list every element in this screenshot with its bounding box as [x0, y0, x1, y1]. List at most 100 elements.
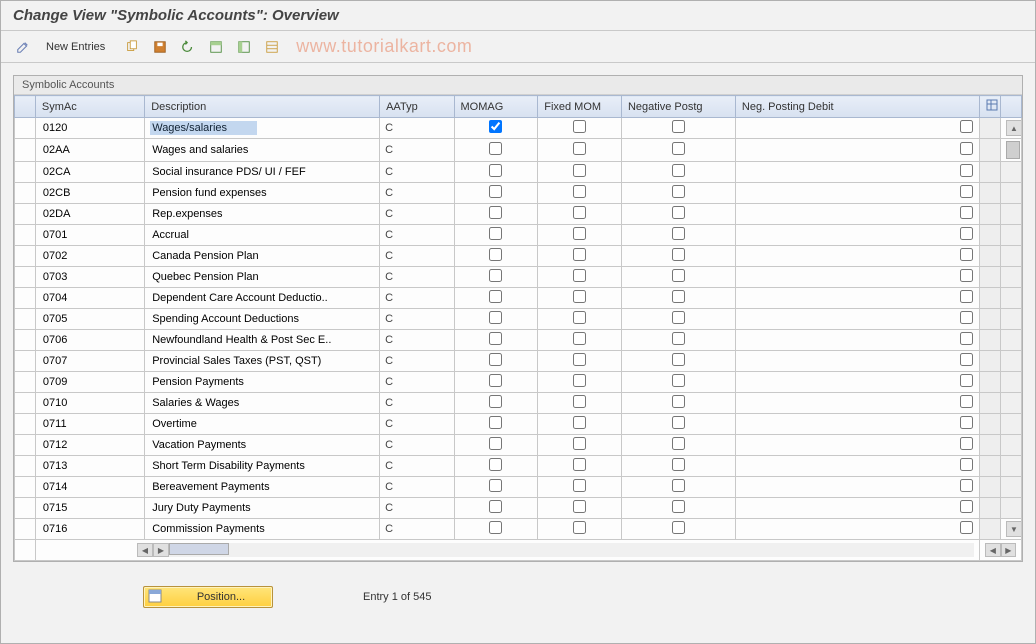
- description-input[interactable]: [150, 480, 374, 494]
- symac-cell[interactable]: [35, 330, 144, 351]
- neg-posting-debit-cell[interactable]: [735, 139, 979, 162]
- fixed-mom-cell[interactable]: [538, 162, 622, 183]
- fixed-mom-checkbox[interactable]: [573, 206, 586, 219]
- neg-posting-debit-cell[interactable]: [735, 414, 979, 435]
- neg-posting-debit-checkbox[interactable]: [960, 290, 973, 303]
- negative-postg-checkbox[interactable]: [672, 290, 685, 303]
- description-cell[interactable]: [145, 372, 380, 393]
- row-selector[interactable]: [15, 330, 36, 351]
- neg-posting-debit-cell[interactable]: [735, 204, 979, 225]
- symac-cell[interactable]: [35, 162, 144, 183]
- fixed-mom-checkbox[interactable]: [573, 416, 586, 429]
- negative-postg-checkbox[interactable]: [672, 311, 685, 324]
- aatyp-cell[interactable]: C: [380, 372, 454, 393]
- hscroll-track[interactable]: [169, 543, 974, 557]
- momag-cell[interactable]: [454, 118, 538, 139]
- momag-cell[interactable]: [454, 519, 538, 540]
- aatyp-cell[interactable]: C: [380, 330, 454, 351]
- negative-postg-checkbox[interactable]: [672, 248, 685, 261]
- fixed-mom-checkbox[interactable]: [573, 395, 586, 408]
- fixed-mom-checkbox[interactable]: [573, 332, 586, 345]
- fixed-mom-checkbox[interactable]: [573, 248, 586, 261]
- negative-postg-checkbox[interactable]: [672, 332, 685, 345]
- row-selector[interactable]: [15, 183, 36, 204]
- save-button[interactable]: [148, 37, 172, 57]
- negative-postg-cell[interactable]: [621, 477, 735, 498]
- fixed-mom-checkbox[interactable]: [573, 374, 586, 387]
- neg-posting-debit-checkbox[interactable]: [960, 269, 973, 282]
- description-cell[interactable]: [145, 162, 380, 183]
- row-selector[interactable]: [15, 435, 36, 456]
- aatyp-cell[interactable]: C: [380, 204, 454, 225]
- neg-posting-debit-checkbox[interactable]: [960, 142, 973, 155]
- neg-posting-debit-cell[interactable]: [735, 309, 979, 330]
- neg-posting-debit-cell[interactable]: [735, 118, 979, 139]
- momag-cell[interactable]: [454, 330, 538, 351]
- symac-cell[interactable]: [35, 267, 144, 288]
- row-selector[interactable]: [15, 351, 36, 372]
- negative-postg-cell[interactable]: [621, 225, 735, 246]
- fixed-mom-cell[interactable]: [538, 435, 622, 456]
- momag-cell[interactable]: [454, 139, 538, 162]
- col-desc-header[interactable]: Description: [145, 96, 380, 118]
- negative-postg-checkbox[interactable]: [672, 416, 685, 429]
- col-momag-header[interactable]: MOMAG: [454, 96, 538, 118]
- description-cell[interactable]: [145, 351, 380, 372]
- neg-posting-debit-checkbox[interactable]: [960, 248, 973, 261]
- fixed-mom-checkbox[interactable]: [573, 311, 586, 324]
- description-cell[interactable]: [145, 267, 380, 288]
- fixed-mom-checkbox[interactable]: [573, 479, 586, 492]
- negative-postg-checkbox[interactable]: [672, 353, 685, 366]
- momag-checkbox[interactable]: [489, 185, 502, 198]
- symac-input[interactable]: [41, 459, 139, 473]
- neg-posting-debit-checkbox[interactable]: [960, 374, 973, 387]
- negative-postg-cell[interactable]: [621, 435, 735, 456]
- momag-checkbox[interactable]: [489, 206, 502, 219]
- momag-checkbox[interactable]: [489, 437, 502, 450]
- symac-cell[interactable]: [35, 183, 144, 204]
- description-cell[interactable]: [145, 519, 380, 540]
- scroll-thumb[interactable]: [1006, 141, 1020, 159]
- fixed-mom-checkbox[interactable]: [573, 458, 586, 471]
- momag-checkbox[interactable]: [489, 248, 502, 261]
- negative-postg-cell[interactable]: [621, 183, 735, 204]
- symac-input[interactable]: [41, 270, 139, 284]
- neg-posting-debit-cell[interactable]: [735, 288, 979, 309]
- negative-postg-cell[interactable]: [621, 246, 735, 267]
- symac-input[interactable]: [41, 396, 139, 410]
- row-selector[interactable]: [15, 456, 36, 477]
- momag-cell[interactable]: [454, 162, 538, 183]
- neg-posting-debit-checkbox[interactable]: [960, 332, 973, 345]
- fixed-mom-checkbox[interactable]: [573, 500, 586, 513]
- aatyp-cell[interactable]: C: [380, 393, 454, 414]
- momag-cell[interactable]: [454, 477, 538, 498]
- row-selector[interactable]: [15, 372, 36, 393]
- momag-checkbox[interactable]: [489, 311, 502, 324]
- momag-checkbox[interactable]: [489, 142, 502, 155]
- description-input[interactable]: [150, 459, 374, 473]
- row-selector[interactable]: [15, 204, 36, 225]
- negative-postg-checkbox[interactable]: [672, 479, 685, 492]
- neg-posting-debit-checkbox[interactable]: [960, 311, 973, 324]
- hscroll-left2-button[interactable]: ◀: [985, 543, 1000, 557]
- momag-checkbox[interactable]: [489, 521, 502, 534]
- neg-posting-debit-cell[interactable]: [735, 519, 979, 540]
- hscroll-thumb[interactable]: [169, 543, 229, 555]
- fixed-mom-checkbox[interactable]: [573, 120, 586, 133]
- row-selector[interactable]: [15, 162, 36, 183]
- negative-postg-cell[interactable]: [621, 309, 735, 330]
- description-input[interactable]: [150, 396, 374, 410]
- momag-checkbox[interactable]: [489, 500, 502, 513]
- fixed-mom-cell[interactable]: [538, 183, 622, 204]
- col-negpostg-header[interactable]: Negative Postg: [621, 96, 735, 118]
- negative-postg-cell[interactable]: [621, 372, 735, 393]
- momag-checkbox[interactable]: [489, 290, 502, 303]
- row-selector[interactable]: [15, 498, 36, 519]
- fixed-mom-cell[interactable]: [538, 498, 622, 519]
- momag-checkbox[interactable]: [489, 332, 502, 345]
- row-selector[interactable]: [15, 393, 36, 414]
- neg-posting-debit-checkbox[interactable]: [960, 416, 973, 429]
- symac-input[interactable]: [41, 186, 139, 200]
- position-button[interactable]: Position...: [143, 586, 273, 608]
- symac-cell[interactable]: [35, 225, 144, 246]
